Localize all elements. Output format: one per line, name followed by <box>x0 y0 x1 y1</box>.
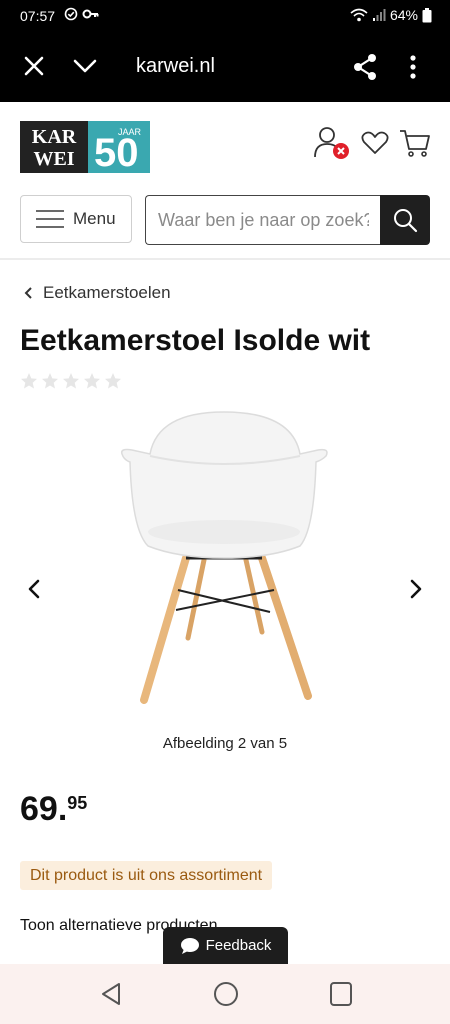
check-circle-icon <box>64 7 78 21</box>
price: 69.95 <box>20 790 87 829</box>
signal-icon <box>372 9 386 21</box>
price-cents: 95 <box>67 793 88 813</box>
heart-icon[interactable] <box>361 131 389 155</box>
star-icon <box>63 373 79 389</box>
battery-percent: 64% <box>389 7 418 23</box>
browser-toolbar: karwei.nl <box>0 34 450 102</box>
back-icon[interactable] <box>99 981 123 1007</box>
recents-icon[interactable] <box>329 981 353 1007</box>
page-title: Eetkamerstoel Isolde wit <box>20 324 371 357</box>
gallery-next-icon[interactable] <box>406 578 426 600</box>
star-icon <box>21 373 37 389</box>
battery-icon <box>422 7 432 22</box>
logo-anniversary-number: 50 <box>94 131 139 173</box>
menu-label: Menu <box>73 209 116 228</box>
close-icon[interactable] <box>22 54 46 78</box>
system-nav-bar <box>0 964 450 1024</box>
availability-notice: Dit product is uit ons assortiment <box>20 861 273 890</box>
search-button[interactable] <box>380 195 430 245</box>
logo-anniversary-label: JAAR <box>118 127 142 137</box>
account-icon[interactable] <box>313 125 349 161</box>
breadcrumb[interactable]: Eetkamerstoelen <box>24 283 171 303</box>
logo-text-kar: KAR <box>32 126 77 148</box>
star-icon <box>42 373 58 389</box>
breadcrumb-label: Eetkamerstoelen <box>43 283 171 302</box>
price-main: 69. <box>20 790 68 828</box>
share-icon[interactable] <box>352 53 378 81</box>
chevron-down-icon[interactable] <box>72 56 98 76</box>
search-icon <box>394 209 418 233</box>
status-bar: 07:57 64% <box>0 0 450 34</box>
url-bar[interactable]: karwei.nl <box>136 55 215 78</box>
header-divider <box>0 258 450 260</box>
gallery-prev-icon[interactable] <box>24 578 44 600</box>
key-icon <box>82 9 99 19</box>
search-input[interactable] <box>145 195 381 245</box>
product-image[interactable] <box>0 400 450 720</box>
cart-icon[interactable] <box>399 128 431 158</box>
rating-stars[interactable] <box>20 372 122 390</box>
home-icon[interactable] <box>213 981 239 1007</box>
hamburger-icon <box>36 210 64 228</box>
menu-button[interactable]: Menu <box>20 195 132 243</box>
wifi-icon <box>350 8 368 22</box>
star-icon <box>84 373 100 389</box>
status-time: 07:57 <box>20 8 56 24</box>
more-vert-icon[interactable] <box>406 53 420 81</box>
feedback-label: Feedback <box>205 937 272 954</box>
feedback-button[interactable]: Feedback <box>163 927 288 964</box>
chat-bubble-icon <box>180 937 199 954</box>
image-caption: Afbeelding 2 van 5 <box>162 735 288 752</box>
karwei-logo[interactable]: KAR WEI 50 JAAR <box>20 121 150 173</box>
chevron-left-icon <box>24 287 32 299</box>
logo-text-wei: WEI <box>33 148 74 170</box>
star-icon <box>105 373 121 389</box>
